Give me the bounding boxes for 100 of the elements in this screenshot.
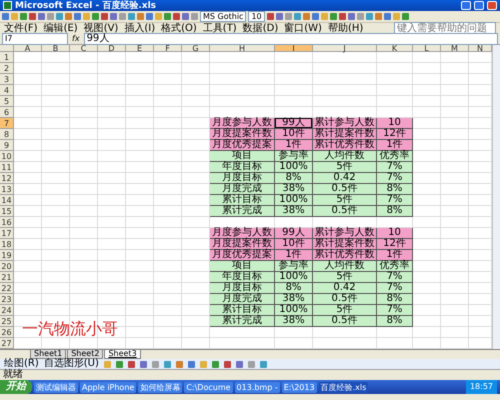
table-cell: 5件 [313, 272, 377, 283]
row-header[interactable]: 6 [0, 107, 14, 118]
minimize-button[interactable] [461, 1, 471, 10]
table-cell: 0.42 [313, 173, 377, 184]
column-header[interactable]: F [154, 45, 182, 52]
column-header[interactable]: L [413, 45, 441, 52]
table-cell: 0.5件 [313, 206, 377, 217]
table-cell: 月度完成 [210, 294, 275, 305]
table-cell: 累计优秀件数 [313, 140, 377, 151]
vertical-scrollbar[interactable] [492, 45, 500, 349]
row-header[interactable]: 5 [0, 96, 14, 107]
row-header[interactable]: 17 [0, 228, 14, 239]
table-cell: 月度目标 [210, 173, 275, 184]
column-header[interactable]: K [377, 45, 413, 52]
name-box[interactable]: I7 [2, 33, 68, 45]
column-header[interactable]: N [469, 45, 492, 52]
row-header[interactable]: 3 [0, 74, 14, 85]
row-header[interactable]: 2 [0, 63, 14, 74]
menu-item[interactable]: 数据(D) [242, 23, 278, 34]
table-cell: 累计提案件数 [313, 239, 377, 250]
taskbar-item[interactable]: Apple iPhone [80, 382, 136, 392]
taskbar-item[interactable]: 013.bmp - [234, 382, 280, 392]
table-cell: 月度优秀提案 [210, 250, 275, 261]
row-header[interactable]: 19 [0, 250, 14, 261]
taskbar-item[interactable]: E:\2013 [282, 382, 317, 392]
menu-item[interactable]: 格式(O) [161, 23, 197, 34]
table-cell: 累计提案件数 [313, 129, 377, 140]
column-header[interactable]: G [182, 45, 210, 52]
table-cell: 年度目标 [210, 162, 275, 173]
row-header[interactable]: 8 [0, 129, 14, 140]
toolbar-button[interactable]: 自选图形(U) [44, 359, 99, 369]
sheet-tab[interactable]: Sheet2 [67, 350, 104, 359]
column-header[interactable]: A [14, 45, 42, 52]
sheet-tab[interactable]: Sheet3 [104, 350, 141, 359]
table-cell: 5件 [313, 305, 377, 316]
row-header[interactable]: 20 [0, 261, 14, 272]
function-label[interactable]: fx [72, 34, 80, 44]
row-header[interactable]: 4 [0, 85, 14, 96]
taskbar-item[interactable]: 如何给屏幕 [138, 382, 182, 392]
table-cell: 0.42 [313, 283, 377, 294]
menu-item[interactable]: 视图(V) [84, 23, 118, 34]
table-cell: 人均件数 [313, 151, 377, 162]
formula-field[interactable]: 99人 [84, 33, 498, 45]
row-header[interactable]: 21 [0, 272, 14, 283]
menu-item[interactable]: 文件(F) [4, 23, 38, 34]
menu-item[interactable]: 编辑(E) [44, 23, 78, 34]
menu-item[interactable]: 工具(T) [202, 23, 237, 34]
table-cell: 38% [275, 316, 313, 327]
row-header[interactable]: 26 [0, 327, 14, 338]
row-header[interactable]: 15 [0, 206, 14, 217]
table-cell: 月度优秀提案 [210, 140, 275, 151]
excel-icon [3, 1, 12, 10]
taskbar-item[interactable]: 百度经验.xls [318, 382, 368, 392]
column-header[interactable]: I [275, 45, 313, 52]
row-header[interactable]: 10 [0, 151, 14, 162]
row-header[interactable]: 12 [0, 173, 14, 184]
row-header[interactable]: 24 [0, 305, 14, 316]
row-header[interactable]: 18 [0, 239, 14, 250]
menu-item[interactable]: 窗口(W) [284, 23, 322, 34]
column-header[interactable]: E [126, 45, 154, 52]
column-header[interactable]: B [42, 45, 70, 52]
table-cell: 参与率 [275, 261, 313, 272]
table-cell: 100% [275, 272, 313, 283]
row-header[interactable]: 7 [0, 118, 14, 129]
table-cell: 8% [377, 316, 413, 327]
row-header[interactable]: 16 [0, 217, 14, 228]
table-cell: 月度提案件数 [210, 129, 275, 140]
menu-item[interactable]: 帮助(H) [328, 23, 364, 34]
table-cell: 7% [377, 162, 413, 173]
table-cell: 100% [275, 162, 313, 173]
table-cell: 100% [275, 305, 313, 316]
column-header[interactable]: H [210, 45, 275, 52]
row-header[interactable]: 9 [0, 140, 14, 151]
row-header[interactable]: 25 [0, 316, 14, 327]
table-cell: 1件 [377, 140, 413, 151]
menu-item[interactable]: 插入(I) [124, 23, 156, 34]
table-cell: 7% [377, 272, 413, 283]
row-header[interactable]: 14 [0, 195, 14, 206]
row-header[interactable]: 22 [0, 283, 14, 294]
row-header[interactable]: 11 [0, 162, 14, 173]
maximize-button[interactable] [474, 1, 484, 10]
help-search-field[interactable]: 键入需要帮助的问题 [394, 22, 496, 35]
window-title: Microsoft Excel - 百度经验.xls [15, 0, 158, 12]
taskbar-item[interactable]: C:\Docume [184, 382, 233, 392]
start-button[interactable]: 开始 [0, 380, 32, 394]
close-button[interactable] [487, 1, 497, 10]
row-header[interactable]: 1 [0, 52, 14, 63]
sheet-tab[interactable]: Sheet1 [30, 350, 66, 359]
column-header[interactable]: C [70, 45, 98, 52]
row-header[interactable]: 23 [0, 294, 14, 305]
select-all-button[interactable] [0, 45, 14, 52]
column-header[interactable]: D [98, 45, 126, 52]
taskbar-item[interactable]: 测试编辑器 [34, 382, 78, 392]
row-header[interactable]: 27 [0, 338, 14, 349]
font-name-field[interactable]: MS Gothic [200, 11, 246, 22]
row-header[interactable]: 13 [0, 184, 14, 195]
font-size-field[interactable]: 10 [248, 11, 265, 22]
column-header[interactable]: J [313, 45, 377, 52]
column-header[interactable]: M [441, 45, 469, 52]
toolbar-button[interactable]: 绘图(R) [4, 359, 39, 369]
